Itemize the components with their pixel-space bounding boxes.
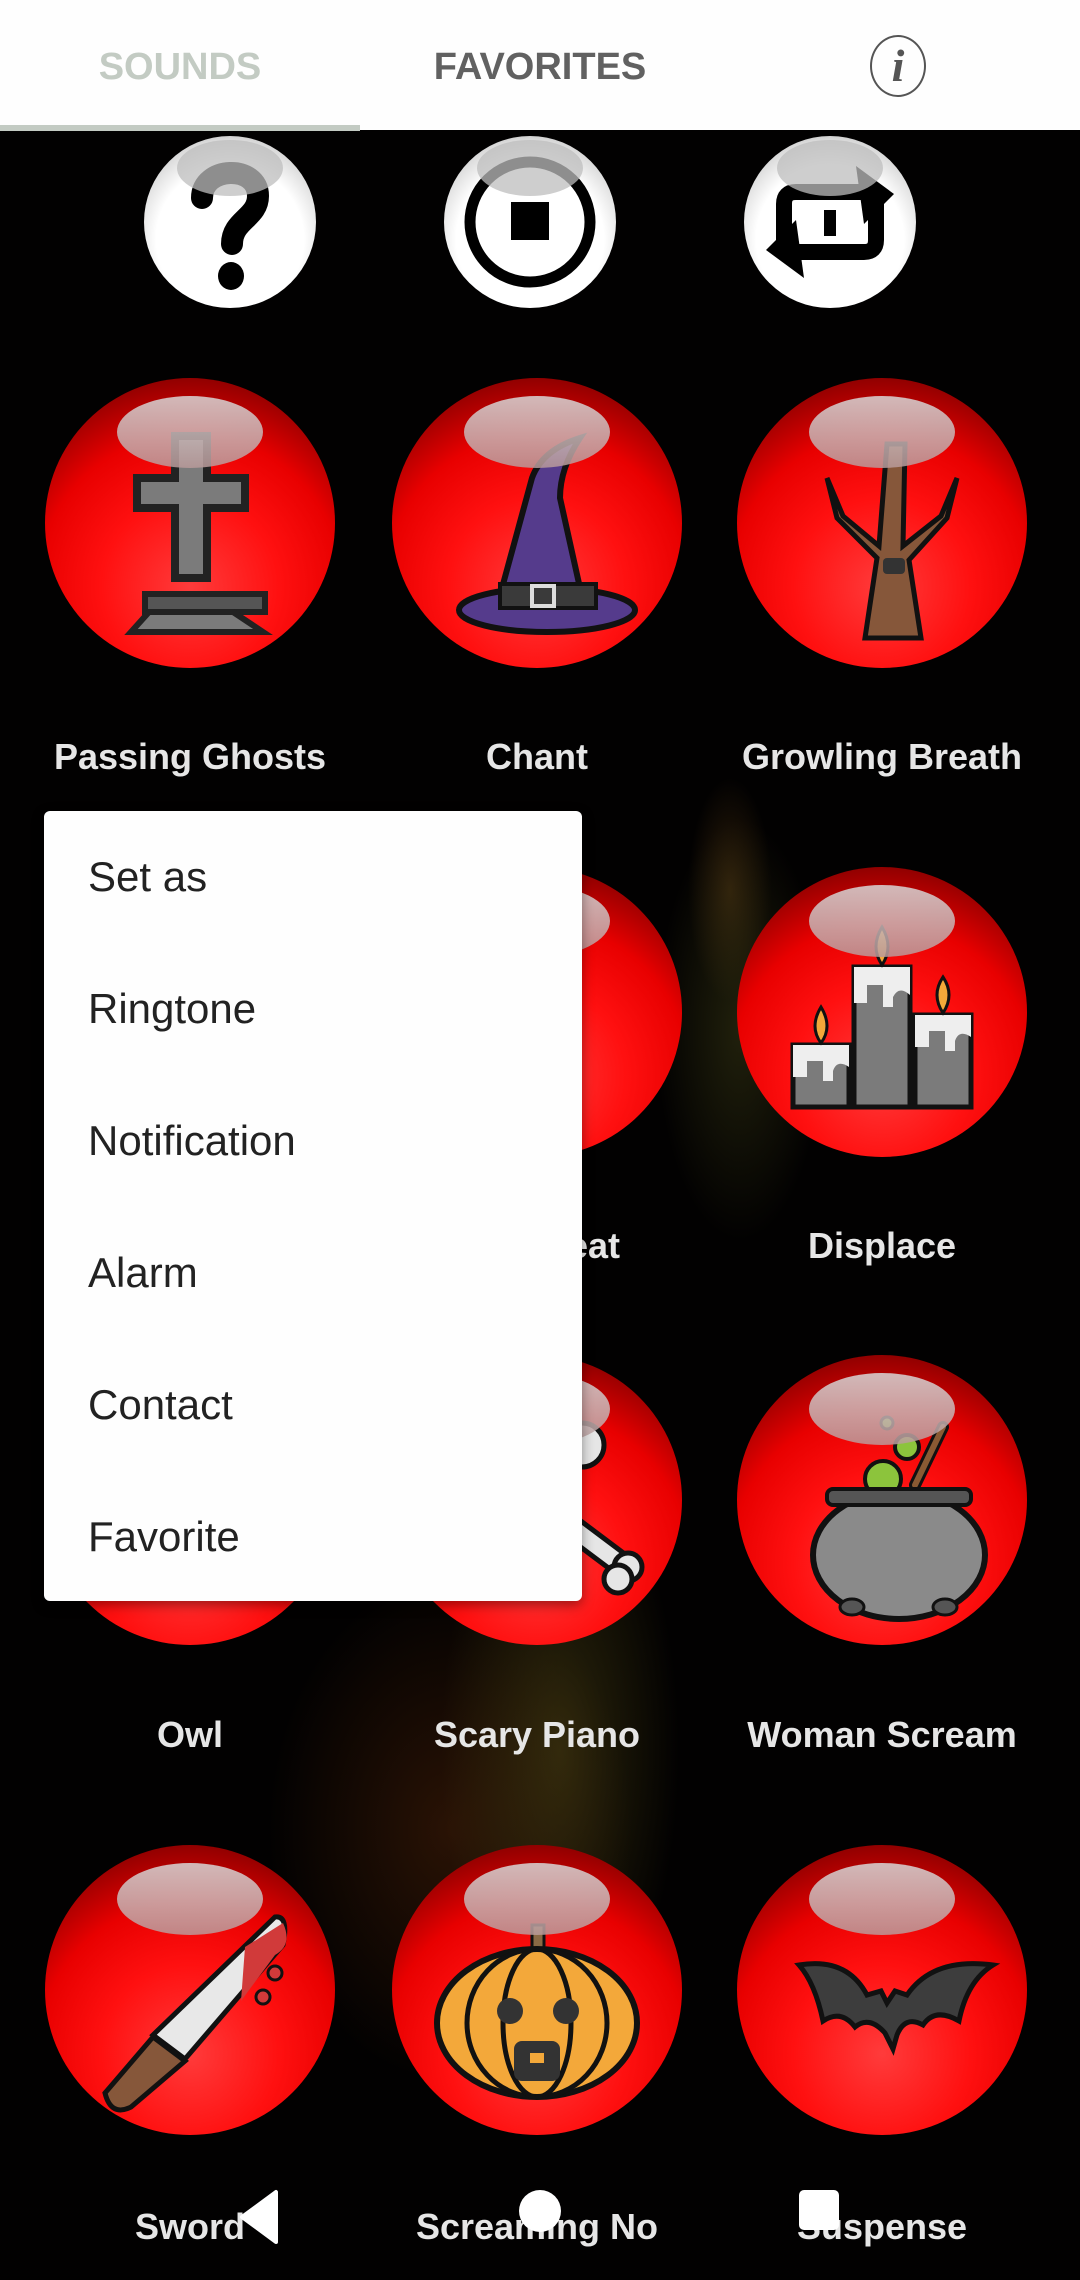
- sound-label: Scary Piano: [433, 1714, 641, 1755]
- sound-label: Suspense: [796, 2206, 968, 2247]
- sound-button-passing-ghosts[interactable]: [45, 378, 335, 668]
- sound-button-displace[interactable]: [737, 867, 1027, 1157]
- home-icon[interactable]: [517, 2188, 563, 2234]
- active-tab-indicator: [0, 125, 360, 131]
- help-button[interactable]: [144, 136, 316, 308]
- sound-button-sword[interactable]: [45, 1845, 335, 2135]
- recents-icon[interactable]: [797, 2188, 841, 2232]
- menu-item-favorite[interactable]: Favorite: [44, 1471, 582, 1603]
- tab-bar: SOUNDS FAVORITES i: [0, 0, 1080, 131]
- set-as-context-menu: Set as Ringtone Notification Alarm Conta…: [44, 811, 582, 1601]
- sound-label: Growling Breath: [741, 736, 1023, 777]
- back-icon[interactable]: [236, 2188, 284, 2246]
- sound-button-suspense[interactable]: [737, 1845, 1027, 2135]
- repeat-button[interactable]: [744, 136, 916, 308]
- menu-item-ringtone[interactable]: Ringtone: [44, 943, 582, 1075]
- menu-item-alarm[interactable]: Alarm: [44, 1207, 582, 1339]
- sound-button-woman-scream[interactable]: [737, 1355, 1027, 1645]
- tab-favorites[interactable]: FAVORITES: [360, 0, 720, 130]
- sound-label: Displace: [807, 1225, 957, 1266]
- menu-item-notification[interactable]: Notification: [44, 1075, 582, 1207]
- sound-label: Sword: [134, 2206, 245, 2247]
- gloss-highlight: [177, 140, 283, 196]
- sound-label: Chant: [486, 736, 588, 777]
- sound-button-growling-breath[interactable]: [737, 378, 1027, 668]
- sound-button-chant[interactable]: [392, 378, 682, 668]
- gloss-highlight: [777, 140, 883, 196]
- info-icon[interactable]: i: [870, 35, 926, 97]
- sound-label: Passing Ghosts: [53, 736, 327, 777]
- sound-button-screaming-no[interactable]: [392, 1845, 682, 2135]
- gloss-highlight: [477, 140, 583, 196]
- sound-label: Owl: [156, 1714, 223, 1755]
- sound-label: Woman Scream: [747, 1714, 1017, 1755]
- menu-item-set-as[interactable]: Set as: [44, 811, 582, 943]
- stop-button[interactable]: [444, 136, 616, 308]
- tab-sounds[interactable]: SOUNDS: [0, 0, 360, 130]
- menu-item-contact[interactable]: Contact: [44, 1339, 582, 1471]
